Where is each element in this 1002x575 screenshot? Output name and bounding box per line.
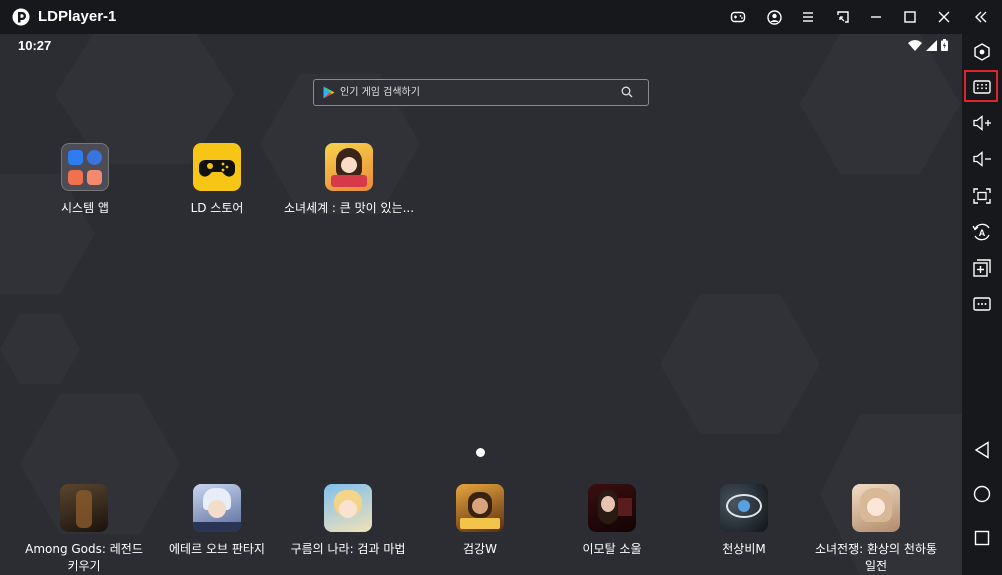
dock-app-cloud-country[interactable]: 구름의 나라: 검과 마법 — [288, 484, 408, 558]
gamepad-icon — [730, 11, 746, 23]
keyboard-mapping-highlight — [964, 70, 998, 102]
app-label: Among Gods: 레전드 키우기 — [25, 542, 143, 573]
auto-rotate-icon: A — [972, 223, 990, 241]
girl-war-icon — [852, 484, 900, 532]
android-screen[interactable]: 10:27 시스템 앱 LD 스토어 — [0, 34, 962, 575]
app-label: LD 스토어 — [190, 201, 244, 215]
status-icons — [908, 39, 948, 51]
dock-app-immortal-soul[interactable]: 이모탈 소울 — [552, 484, 672, 558]
gamepad-button[interactable] — [728, 7, 748, 27]
cloud-country-icon — [324, 484, 372, 532]
dock-app-girl-war[interactable]: 소녀전쟁: 환상의 천하통일전 — [811, 484, 941, 575]
home-button[interactable] — [971, 483, 993, 505]
account-button[interactable] — [764, 7, 784, 27]
system-apps-folder-icon — [61, 143, 109, 191]
play-store-icon — [323, 86, 335, 99]
ldplayer-logo-icon — [12, 8, 30, 26]
volume-down-icon — [973, 151, 991, 167]
page-indicator-dot — [476, 448, 485, 457]
volume-down-button[interactable] — [971, 148, 993, 170]
close-icon — [938, 11, 950, 23]
window-title: LDPlayer-1 — [38, 8, 117, 25]
app-label: 에테르 오브 판타지 — [169, 542, 265, 556]
recents-icon — [974, 530, 990, 546]
maximize-button[interactable] — [900, 7, 920, 27]
minimize-to-window-icon — [837, 11, 849, 23]
svg-text:A: A — [979, 228, 986, 238]
volume-up-button[interactable] — [971, 112, 993, 134]
close-button[interactable] — [934, 7, 954, 27]
home-icon — [973, 485, 991, 503]
account-icon — [766, 9, 782, 25]
add-instance-button[interactable] — [971, 257, 993, 279]
dock-app-geomgang-w[interactable]: 검강W — [420, 484, 540, 558]
add-instance-icon — [973, 259, 991, 277]
auto-rotate-button[interactable]: A — [971, 221, 993, 243]
signal-icon — [926, 39, 937, 51]
app-label: 천상비M — [722, 542, 766, 556]
menu-button[interactable] — [798, 7, 818, 27]
title-bar: LDPlayer-1 — [0, 0, 1002, 34]
status-time: 10:27 — [18, 38, 52, 53]
settings-hex-icon — [974, 43, 990, 61]
more-icon — [973, 297, 991, 311]
app-label: 검강W — [463, 542, 497, 556]
home-app-ld-store[interactable]: LD 스토어 — [157, 143, 277, 217]
dock-app-ether-of-fantasy[interactable]: 에테르 오브 판타지 — [157, 484, 277, 558]
geomgang-w-icon — [456, 484, 504, 532]
battery-icon — [941, 39, 948, 51]
menu-icon — [803, 12, 813, 22]
app-label: 소녀전쟁: 환상의 천하통일전 — [814, 542, 938, 573]
collapse-sidebar-icon — [975, 11, 987, 23]
back-button[interactable] — [971, 439, 993, 461]
dock-app-among-gods[interactable]: Among Gods: 레전드 키우기 — [19, 484, 149, 575]
settings-button[interactable] — [971, 41, 993, 63]
minimize-button[interactable] — [866, 7, 886, 27]
app-label: 이모탈 소울 — [582, 542, 642, 556]
immortal-soul-icon — [588, 484, 636, 532]
dock-app-cheonsangbi-m[interactable]: 천상비M — [684, 484, 804, 558]
ether-of-fantasy-icon — [193, 484, 241, 532]
among-gods-icon — [60, 484, 108, 532]
screenshot-icon — [973, 188, 991, 204]
app-label: 시스템 앱 — [61, 201, 109, 215]
home-app-girl-world[interactable]: 소녀세계 : 큰 맛이 있는... — [284, 143, 414, 217]
game-search-bar[interactable] — [313, 79, 649, 106]
more-button[interactable] — [971, 293, 993, 315]
app-label: 소녀세계 : 큰 맛이 있는... — [283, 201, 415, 215]
search-icon[interactable] — [621, 86, 633, 98]
wifi-icon — [908, 39, 922, 51]
app-label: 구름의 나라: 검과 마법 — [290, 542, 406, 556]
search-input[interactable] — [340, 80, 620, 105]
recents-button[interactable] — [971, 527, 993, 549]
collapse-sidebar-button[interactable] — [971, 7, 991, 27]
screenshot-button[interactable] — [971, 185, 993, 207]
right-sidebar-toolbar: A — [962, 34, 1002, 575]
maximize-icon — [904, 11, 916, 23]
minimize-icon — [871, 16, 881, 18]
mini-mode-button[interactable] — [833, 7, 853, 27]
girl-world-game-icon — [325, 143, 373, 191]
volume-up-icon — [973, 115, 991, 131]
cheonsangbi-m-icon — [720, 484, 768, 532]
home-app-system-apps[interactable]: 시스템 앱 — [25, 143, 145, 217]
back-icon — [974, 441, 989, 459]
ld-store-icon — [193, 143, 241, 191]
